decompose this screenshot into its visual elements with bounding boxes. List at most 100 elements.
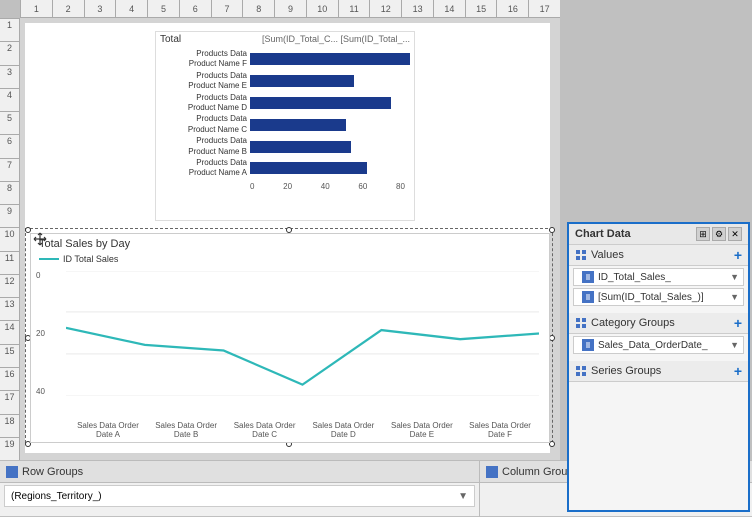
bar-fill-f	[250, 53, 410, 65]
ruler-left: 1 2 3 4 5 6 7 8 9 10 11 12 13 14 15 16 1…	[0, 18, 20, 460]
bar-chart-title-right: [Sum(ID_Total_C... [Sum(ID_Total_...	[262, 34, 410, 45]
ruler-mark-11: 11	[338, 0, 370, 18]
bar-container-c	[250, 117, 410, 133]
row-groups-field[interactable]: (Regions_Territory_) ▼	[4, 485, 475, 507]
bar-label-b: Products Data Product Name B	[160, 136, 250, 157]
bar-chart-content: Products Data Product Name F Products Da…	[156, 47, 414, 193]
row-groups-field-dropdown[interactable]: ▼	[458, 491, 468, 502]
ruler-mark-3: 3	[84, 0, 116, 18]
bar-fill-e	[250, 75, 354, 87]
ruler-left-mark-8: 8	[0, 181, 19, 204]
series-groups-section-header: Series Groups +	[569, 361, 748, 382]
category-groups-section-header: Category Groups +	[569, 313, 748, 334]
close-icon[interactable]: ✕	[728, 227, 742, 241]
ruler-left-mark-9: 9	[0, 204, 19, 227]
bar-label-e: Products Data Product Name E	[160, 71, 250, 92]
bar-label-c: Products Data Product Name C	[160, 114, 250, 135]
move-cursor[interactable]	[32, 231, 48, 247]
bar-label-a: Products Data Product Name A	[160, 158, 250, 179]
x-label-e: Sales Data Order Date E	[383, 421, 461, 439]
bar-chart[interactable]: Total [Sum(ID_Total_C... [Sum(ID_Total_.…	[155, 31, 415, 221]
line-chart-area: 40 20 0	[31, 266, 549, 421]
ruler-left-mark-10: 10	[0, 227, 19, 250]
design-surface: Total [Sum(ID_Total_C... [Sum(ID_Total_.…	[20, 18, 560, 460]
column-groups-icon	[486, 466, 498, 478]
values-field-1-dropdown[interactable]: ▼	[730, 272, 739, 282]
ruler-left-mark-2: 2	[0, 41, 19, 64]
values-section-icon	[575, 249, 587, 261]
ruler-left-mark-7: 7	[0, 158, 19, 181]
bar-fill-a	[250, 162, 367, 174]
ruler-left-mark-13: 13	[0, 297, 19, 320]
values-field-1-icon	[582, 271, 594, 283]
line-chart-svg	[66, 271, 539, 396]
ruler-mark-17: 17	[528, 0, 560, 18]
x-label-b: Sales Data Order Date B	[147, 421, 225, 439]
bar-container-e	[250, 73, 410, 89]
y-axis-labels: 40 20 0	[36, 271, 45, 396]
line-chart-title: Total Sales by Day	[31, 234, 549, 252]
grid-icon[interactable]: ⊞	[696, 227, 710, 241]
values-field-2-dropdown[interactable]: ▼	[730, 292, 739, 302]
values-section-header: Values +	[569, 245, 748, 266]
bar-row-b: Products Data Product Name B	[160, 136, 410, 157]
series-groups-add-button[interactable]: +	[734, 364, 742, 378]
bar-container-b	[250, 139, 410, 155]
ruler-mark-4: 4	[115, 0, 147, 18]
bar-axis: 020406080	[250, 180, 410, 191]
bar-row-d: Products Data Product Name D	[160, 93, 410, 114]
values-field-1[interactable]: ID_Total_Sales_ ▼	[573, 268, 744, 286]
series-groups-icon	[575, 365, 587, 377]
x-label-d: Sales Data Order Date D	[304, 421, 383, 439]
chart-data-panel: Chart Data ⊞ ⚙ ✕ Values + ID_Total_Sales…	[567, 222, 750, 512]
values-field-2-text: [Sum(ID_Total_Sales_)]	[598, 292, 730, 303]
bar-chart-header: Total [Sum(ID_Total_C... [Sum(ID_Total_.…	[156, 32, 414, 47]
category-groups-add-button[interactable]: +	[734, 316, 742, 330]
ruler-left-mark-12: 12	[0, 274, 19, 297]
line-legend: ID Total Sales	[31, 252, 549, 266]
settings-icon[interactable]: ⚙	[712, 227, 726, 241]
values-add-button[interactable]: +	[734, 248, 742, 262]
ruler-mark-13: 13	[401, 0, 433, 18]
category-groups-icon	[575, 317, 587, 329]
ruler-left-mark-4: 4	[0, 88, 19, 111]
ruler-left-mark-19: 19	[0, 437, 19, 460]
ruler-mark-7: 7	[211, 0, 243, 18]
bar-row-e: Products Data Product Name E	[160, 71, 410, 92]
ruler-left-mark-17: 17	[0, 390, 19, 413]
ruler-top: 1 2 3 4 5 6 7 8 9 10 11 12 13 14 15 16 1…	[20, 0, 560, 18]
x-label-a: Sales Data Order Date A	[69, 421, 147, 439]
ruler-mark-10: 10	[306, 0, 338, 18]
ruler-mark-1: 1	[20, 0, 52, 18]
legend-line-color	[39, 258, 59, 260]
x-axis-labels: Sales Data Order Date A Sales Data Order…	[31, 421, 549, 439]
ruler-mark-15: 15	[465, 0, 497, 18]
values-field-2[interactable]: [Sum(ID_Total_Sales_)] ▼	[573, 288, 744, 306]
report-area[interactable]: Total [Sum(ID_Total_C... [Sum(ID_Total_.…	[25, 23, 550, 453]
ruler-left-mark-15: 15	[0, 344, 19, 367]
bar-row-a: Products Data Product Name A	[160, 158, 410, 179]
row-groups-field-text: (Regions_Territory_)	[11, 491, 102, 502]
category-groups-field-1[interactable]: Sales_Data_OrderDate_ ▼	[573, 336, 744, 354]
ruler-left-mark-3: 3	[0, 65, 19, 88]
bar-label-f: Products Data Product Name F	[160, 49, 250, 70]
ruler-top-inner: 1 2 3 4 5 6 7 8 9 10 11 12 13 14 15 16 1…	[20, 0, 560, 18]
category-groups-field-1-dropdown[interactable]: ▼	[730, 340, 739, 350]
bar-fill-d	[250, 97, 391, 109]
ruler-mark-6: 6	[179, 0, 211, 18]
row-groups-label-bar: Row Groups	[0, 461, 479, 483]
values-field-1-text: ID_Total_Sales_	[598, 272, 730, 283]
row-groups-label: Row Groups	[22, 466, 83, 478]
bar-label-d: Products Data Product Name D	[160, 93, 250, 114]
panel-title: Chart Data	[575, 228, 631, 240]
ruler-left-mark-16: 16	[0, 367, 19, 390]
bar-fill-b	[250, 141, 351, 153]
category-groups-field-1-icon	[582, 339, 594, 351]
row-groups-icon	[6, 466, 18, 478]
line-chart[interactable]: Total Sales by Day ID Total Sales 40 20 …	[30, 233, 550, 443]
ruler-mark-2: 2	[52, 0, 84, 18]
bar-fill-c	[250, 119, 346, 131]
ruler-left-mark-1: 1	[0, 18, 19, 41]
x-label-c: Sales Data Order Date C	[225, 421, 304, 439]
row-groups-panel: Row Groups (Regions_Territory_) ▼	[0, 461, 480, 517]
